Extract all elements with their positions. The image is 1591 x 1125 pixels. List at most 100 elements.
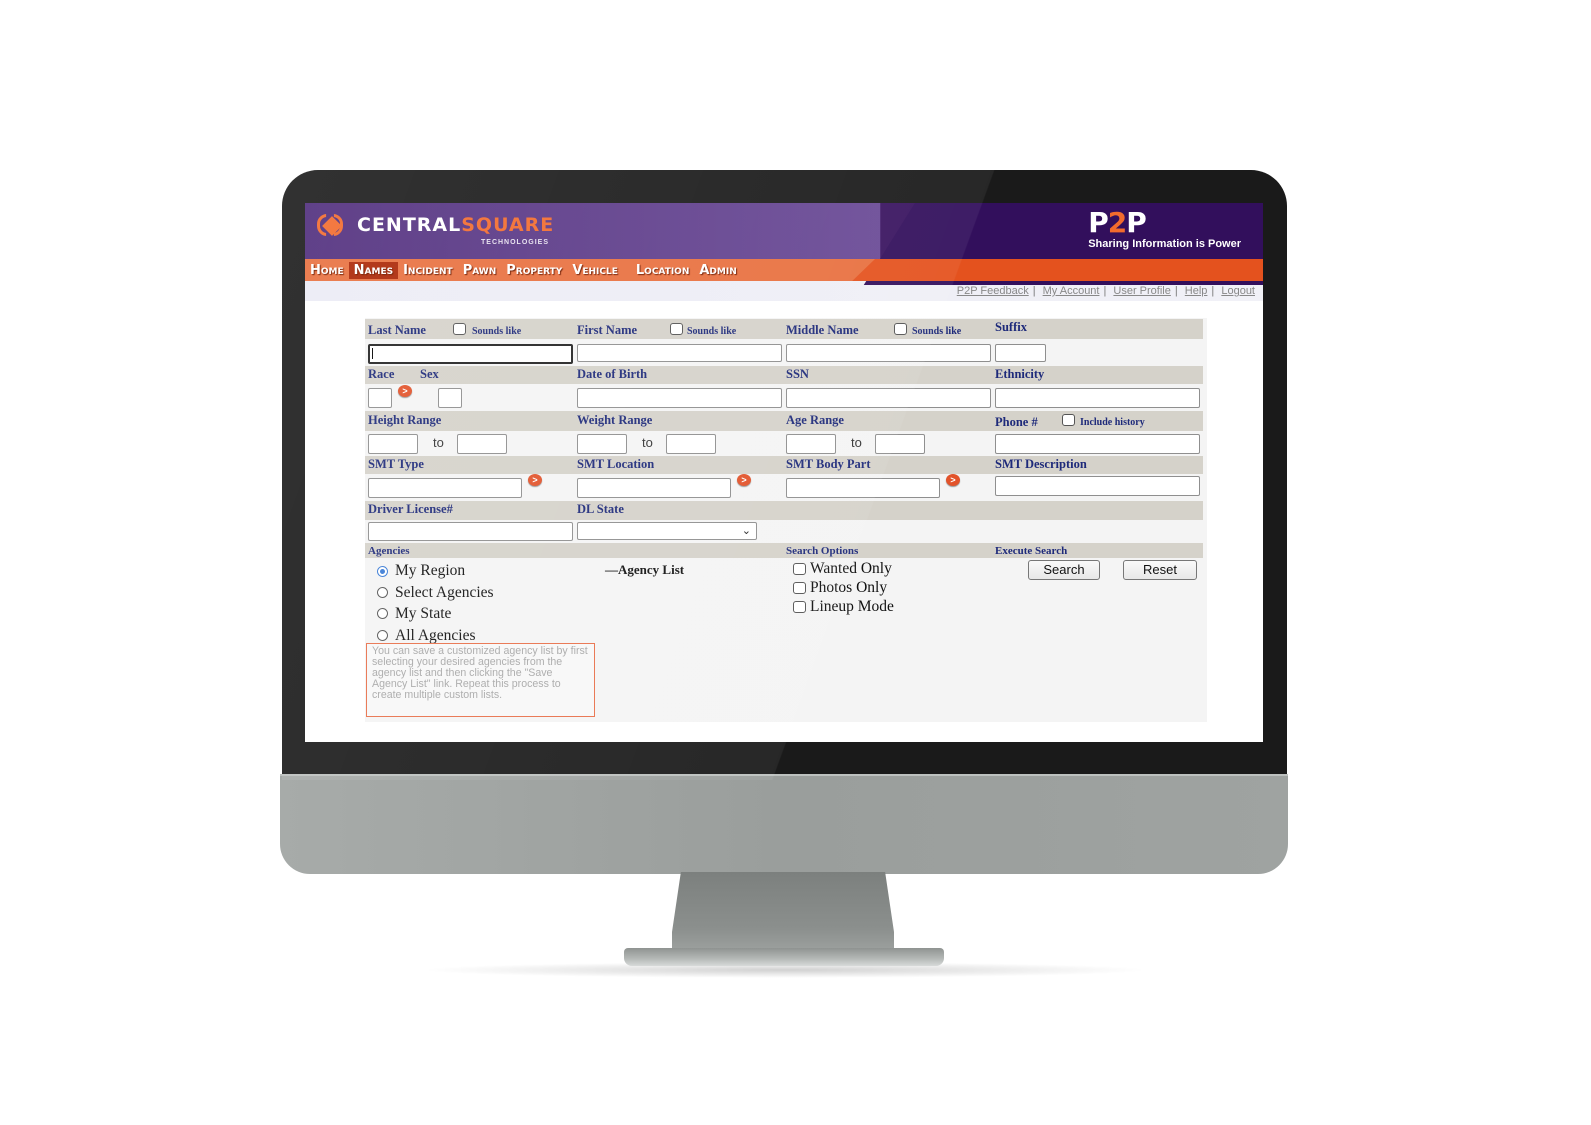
height-range-label: Height Range <box>368 413 442 427</box>
search-button[interactable]: Search <box>1028 560 1100 580</box>
weight-range-label: Weight Range <box>577 413 653 427</box>
smt-description-label: SMT Description <box>995 457 1087 471</box>
sex-input[interactable] <box>438 388 462 408</box>
agencies-label: Agencies <box>368 545 410 557</box>
dob-input[interactable] <box>577 388 782 408</box>
wanted-only-label: Wanted Only <box>810 560 892 577</box>
radio-all-agencies[interactable] <box>377 630 388 641</box>
screen: CENTRALSQUARE TECHNOLOGIES P2P Sharing I… <box>305 203 1263 742</box>
nav-vehicle[interactable]: Vehicle <box>567 262 623 279</box>
link-my-account[interactable]: My Account <box>1043 285 1100 297</box>
lineup-mode-checkbox[interactable] <box>793 601 806 613</box>
middle-name-input[interactable] <box>786 344 991 362</box>
smt-body-part-label: SMT Body Part <box>786 457 871 471</box>
last-name-label: Last Name <box>368 323 426 337</box>
phone-input[interactable] <box>995 434 1200 454</box>
monitor-stand <box>672 872 894 952</box>
nav-names[interactable]: Names <box>348 261 399 279</box>
phone-include-history-checkbox[interactable] <box>1062 414 1075 426</box>
my-region-label: My Region <box>395 562 466 579</box>
sex-label: Sex <box>420 367 439 381</box>
radio-my-region[interactable] <box>377 566 388 577</box>
smt-location-lookup-icon[interactable]: > <box>737 474 751 486</box>
weight-to-input[interactable] <box>666 434 716 454</box>
phone-label: Phone # <box>995 415 1038 429</box>
link-help[interactable]: Help <box>1185 285 1208 297</box>
age-to-label: to <box>851 435 862 450</box>
age-range-label: Age Range <box>786 413 844 427</box>
centralsquare-logo: CENTRALSQUARE <box>317 214 554 238</box>
first-name-sounds-like-label: Sounds like <box>687 326 737 337</box>
ethnicity-label: Ethnicity <box>995 367 1045 381</box>
phone-include-history-label: Include history <box>1080 417 1145 428</box>
monitor-stand-base <box>624 948 944 966</box>
first-name-sounds-like-checkbox[interactable] <box>670 323 683 335</box>
smt-location-label: SMT Location <box>577 457 655 471</box>
app-banner: CENTRALSQUARE TECHNOLOGIES P2P Sharing I… <box>305 203 1263 285</box>
link-p2p-feedback[interactable]: P2P Feedback <box>957 285 1029 297</box>
select-agencies-label: Select Agencies <box>395 584 494 601</box>
logo-subtitle: TECHNOLOGIES <box>481 239 550 246</box>
race-lookup-icon[interactable]: > <box>398 385 412 397</box>
height-from-input[interactable] <box>368 434 418 454</box>
monitor-chin <box>280 774 1288 874</box>
nav-home[interactable]: Home <box>305 262 349 279</box>
height-to-input[interactable] <box>457 434 507 454</box>
p2p-logo: P2P Sharing Information is Power <box>1088 206 1241 251</box>
reset-button[interactable]: Reset <box>1123 560 1197 580</box>
my-state-label: My State <box>395 605 452 622</box>
smt-description-input[interactable] <box>995 476 1200 496</box>
radio-my-state[interactable] <box>377 608 388 619</box>
save-agency-list-note: You can save a customized agency list by… <box>366 643 595 717</box>
main-nav: Home Names Incident Pawn Property Vehicl… <box>305 259 1263 281</box>
logo-text-square: SQUARE <box>461 214 555 236</box>
ssn-input[interactable] <box>786 388 991 408</box>
suffix-label: Suffix <box>995 320 1027 334</box>
lineup-mode-label: Lineup Mode <box>810 598 894 615</box>
smt-body-part-input[interactable] <box>786 478 940 498</box>
p2p-mark-p1: P <box>1088 206 1109 239</box>
name-search-form: Last Name Sounds like First Name Sounds … <box>365 318 1207 722</box>
middle-name-sounds-like-checkbox[interactable] <box>894 323 907 335</box>
smt-type-input[interactable] <box>368 478 522 498</box>
middle-name-label: Middle Name <box>786 323 859 337</box>
smt-location-input[interactable] <box>577 478 731 498</box>
last-name-input[interactable] <box>368 344 573 364</box>
dl-state-select[interactable]: ⌄ <box>577 522 757 540</box>
smt-type-lookup-icon[interactable]: > <box>528 474 542 486</box>
p2p-tagline: Sharing Information is Power <box>1088 238 1241 250</box>
radio-select-agencies[interactable] <box>377 587 388 598</box>
logo-text-central: CENTRAL <box>357 214 462 236</box>
nav-incident[interactable]: Incident <box>398 262 458 279</box>
age-to-input[interactable] <box>875 434 925 454</box>
link-user-profile[interactable]: User Profile <box>1113 285 1170 297</box>
chevron-down-icon: ⌄ <box>741 525 751 537</box>
ethnicity-input[interactable] <box>995 388 1200 408</box>
p2p-mark-2: 2 <box>1107 206 1128 239</box>
suffix-input[interactable] <box>995 344 1046 362</box>
last-name-sounds-like-checkbox[interactable] <box>453 323 466 335</box>
driver-license-input[interactable] <box>368 522 573 541</box>
nav-pawn[interactable]: Pawn <box>458 262 502 279</box>
search-options-label: Search Options <box>786 545 859 557</box>
smt-body-part-lookup-icon[interactable]: > <box>946 474 960 486</box>
last-name-sounds-like-label: Sounds like <box>472 326 522 337</box>
nav-location[interactable]: Location <box>631 262 694 279</box>
dl-state-label: DL State <box>577 502 624 516</box>
driver-license-label: Driver License# <box>368 502 453 516</box>
photos-only-checkbox[interactable] <box>793 582 806 594</box>
ssn-label: SSN <box>786 367 809 381</box>
p2p-mark-p2: P <box>1126 206 1147 239</box>
first-name-input[interactable] <box>577 344 782 362</box>
smt-type-label: SMT Type <box>368 457 424 471</box>
centralsquare-logo-icon <box>317 214 347 238</box>
race-label: Race <box>368 367 395 381</box>
height-to-label: to <box>433 435 444 450</box>
wanted-only-checkbox[interactable] <box>793 563 806 575</box>
race-input[interactable] <box>368 388 392 408</box>
nav-admin[interactable]: Admin <box>694 262 741 279</box>
nav-property[interactable]: Property <box>501 262 567 279</box>
link-logout[interactable]: Logout <box>1221 285 1255 297</box>
weight-from-input[interactable] <box>577 434 627 454</box>
age-from-input[interactable] <box>786 434 836 454</box>
